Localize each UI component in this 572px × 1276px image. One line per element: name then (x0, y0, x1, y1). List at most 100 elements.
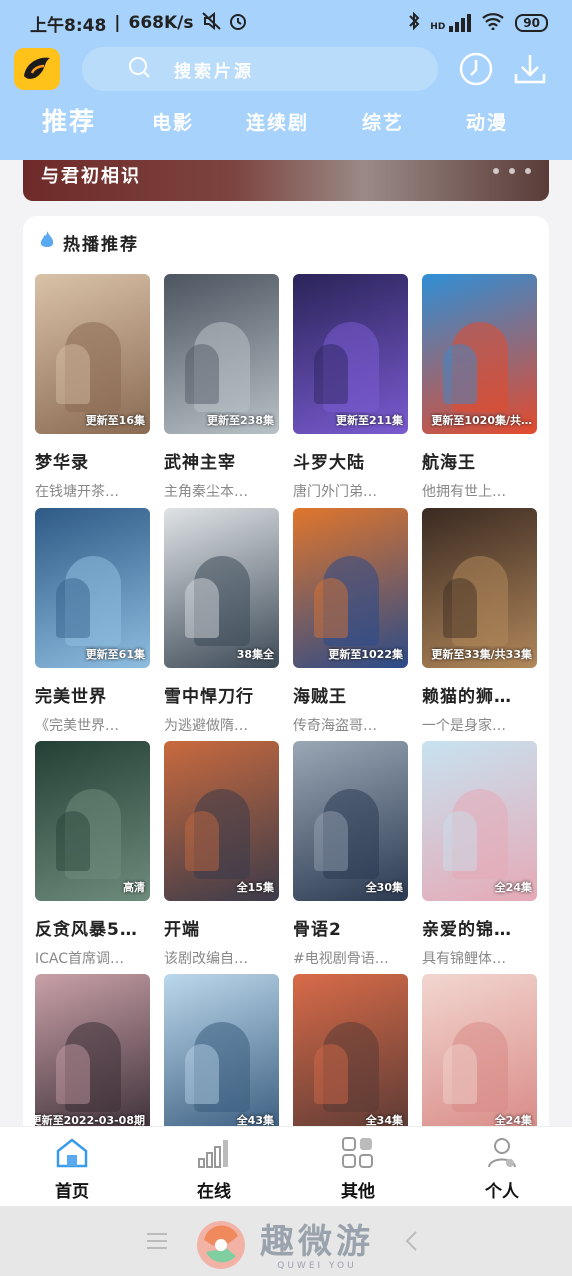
flame-icon (39, 230, 55, 255)
video-card[interactable]: 全24集 (422, 974, 537, 1134)
video-poster[interactable]: 全34集 (293, 974, 408, 1134)
search-placeholder: 搜索片源 (174, 61, 254, 82)
video-card[interactable]: 38集全雪中悍刀行为逃避做隋… (164, 508, 279, 735)
video-poster[interactable]: 更新至2022-03-08期 (35, 974, 150, 1134)
poster-figure (313, 1044, 348, 1104)
back-icon[interactable] (404, 1230, 418, 1256)
episode-badge: 更新至61集 (85, 648, 145, 661)
video-card[interactable]: 全24集 亲爱的锦… 具有锦鲤体… (422, 741, 537, 968)
video-description: 他拥有世上… (422, 484, 506, 500)
banner-carousel[interactable]: 与君初相识 (23, 160, 549, 201)
video-card[interactable]: 更新至2022-03-08期 (35, 974, 150, 1134)
poster-figure (442, 578, 477, 638)
video-description: 主角秦尘本… (164, 484, 248, 500)
alarm-icon (228, 11, 248, 36)
nav-other[interactable]: 其他 (318, 1137, 398, 1202)
video-title[interactable]: 开端 (164, 915, 279, 940)
nav-profile[interactable]: 个人 (462, 1137, 542, 1202)
video-poster[interactable]: 全30集 (293, 741, 408, 901)
video-card[interactable]: 更新至1020集/共… 航海王他拥有世上… (422, 274, 537, 501)
video-description: 为逃避做隋… (164, 718, 248, 734)
video-card[interactable]: 全34集 (293, 974, 408, 1134)
video-title[interactable]: 骨语2 (293, 915, 408, 940)
top-header: 上午8:48 | 668K/s HD 90 搜索片源 推荐 电影 连续剧 综艺 … (0, 0, 572, 160)
video-title[interactable]: 反贪风暴5… (35, 915, 150, 940)
video-poster[interactable]: 高清 (35, 741, 150, 901)
video-title[interactable]: 亲爱的锦… (422, 915, 537, 940)
video-card[interactable]: 更新至61集完美世界《完美世界… (35, 508, 150, 735)
video-poster[interactable]: 全24集 (422, 974, 537, 1134)
wifi-icon (481, 12, 505, 34)
video-card[interactable]: 全15集 开端 该剧改编自… (164, 741, 279, 968)
menu-icon[interactable] (146, 1232, 168, 1254)
episode-badge: 更新至238集 (207, 414, 274, 427)
poster-figure (442, 1044, 477, 1104)
episode-badge: 全30集 (365, 881, 403, 894)
video-title[interactable]: 斗罗大陆 (293, 448, 408, 473)
video-title[interactable]: 武神主宰 (164, 448, 279, 473)
poster-figure (55, 1044, 90, 1104)
video-card[interactable]: 全30集 骨语2 #电视剧骨语… (293, 741, 408, 968)
video-description: 唐门外门弟… (293, 484, 377, 500)
tab-variety[interactable]: 综艺 (362, 108, 404, 135)
carousel-dot (493, 168, 499, 174)
battery-indicator: 90 (515, 14, 548, 32)
history-icon[interactable] (458, 51, 494, 87)
video-title[interactable]: 雪中悍刀行 (164, 682, 279, 707)
section-header: 热播推荐 (39, 230, 139, 255)
video-card[interactable]: 高清反贪风暴5… ICAC首席调… (35, 741, 150, 968)
video-description: ICAC首席调… (35, 951, 125, 967)
episode-badge: 全15集 (236, 881, 274, 894)
status-time: 上午8:48 (30, 15, 107, 36)
download-icon[interactable] (512, 51, 548, 87)
video-card[interactable]: 更新至211集斗罗大陆唐门外门弟… (293, 274, 408, 501)
status-speed: 668K/s (128, 13, 194, 33)
video-description: 在钱塘开茶… (35, 484, 119, 500)
poster-figure (313, 811, 348, 871)
video-title[interactable]: 海贼王 (293, 682, 408, 707)
banner-title: 与君初相识 (41, 166, 141, 187)
video-card[interactable]: 更新至33集/共33集 赖猫的狮… 一个是身家… (422, 508, 537, 735)
video-title[interactable]: 完美世界 (35, 682, 150, 707)
poster-figure (184, 578, 219, 638)
carousel-dots (493, 168, 531, 174)
video-poster[interactable]: 全43集 (164, 974, 279, 1134)
user-icon (484, 1137, 520, 1173)
video-poster[interactable]: 全15集 (164, 741, 279, 901)
video-poster[interactable]: 更新至1020集/共… (422, 274, 537, 434)
tab-recommend[interactable]: 推荐 (42, 102, 96, 138)
nav-home[interactable]: 首页 (32, 1137, 112, 1202)
video-poster[interactable]: 38集全 (164, 508, 279, 668)
video-poster[interactable]: 更新至211集 (293, 274, 408, 434)
section-title: 热播推荐 (63, 235, 139, 255)
app-bar: 搜索片源 (0, 44, 572, 94)
app-logo[interactable] (14, 48, 60, 90)
poster-figure (313, 344, 348, 404)
video-card[interactable]: 更新至238集武神主宰主角秦尘本… (164, 274, 279, 501)
nav-label-other: 其他 (341, 1182, 375, 1202)
video-card[interactable]: 更新至1022集 海贼王 传奇海盗哥… (293, 508, 408, 735)
tab-movie[interactable]: 电影 (152, 108, 194, 135)
category-tabs: 推荐 电影 连续剧 综艺 动漫 (0, 96, 572, 148)
video-poster[interactable]: 更新至33集/共33集 (422, 508, 537, 668)
video-poster[interactable]: 更新至238集 (164, 274, 279, 434)
video-poster[interactable]: 更新至16集 (35, 274, 150, 434)
tab-anime[interactable]: 动漫 (466, 108, 508, 135)
video-title[interactable]: 航海王 (422, 448, 537, 473)
video-card[interactable]: 全43集 (164, 974, 279, 1134)
search-icon (128, 56, 150, 83)
video-description: 《完美世界… (35, 718, 119, 734)
nav-label-online: 在线 (197, 1182, 231, 1202)
video-title[interactable]: 赖猫的狮… (422, 682, 537, 707)
poster-figure (184, 344, 219, 404)
video-card[interactable]: 更新至16集梦华录在钱塘开茶… (35, 274, 150, 501)
nav-online[interactable]: 在线 (174, 1137, 254, 1202)
video-poster[interactable]: 全24集 (422, 741, 537, 901)
network-type: HD (430, 22, 446, 32)
video-title[interactable]: 梦华录 (35, 448, 150, 473)
tab-series[interactable]: 连续剧 (246, 108, 309, 135)
poster-figure (313, 578, 348, 638)
search-bar[interactable]: 搜索片源 (82, 47, 438, 91)
video-poster[interactable]: 更新至61集 (35, 508, 150, 668)
video-poster[interactable]: 更新至1022集 (293, 508, 408, 668)
